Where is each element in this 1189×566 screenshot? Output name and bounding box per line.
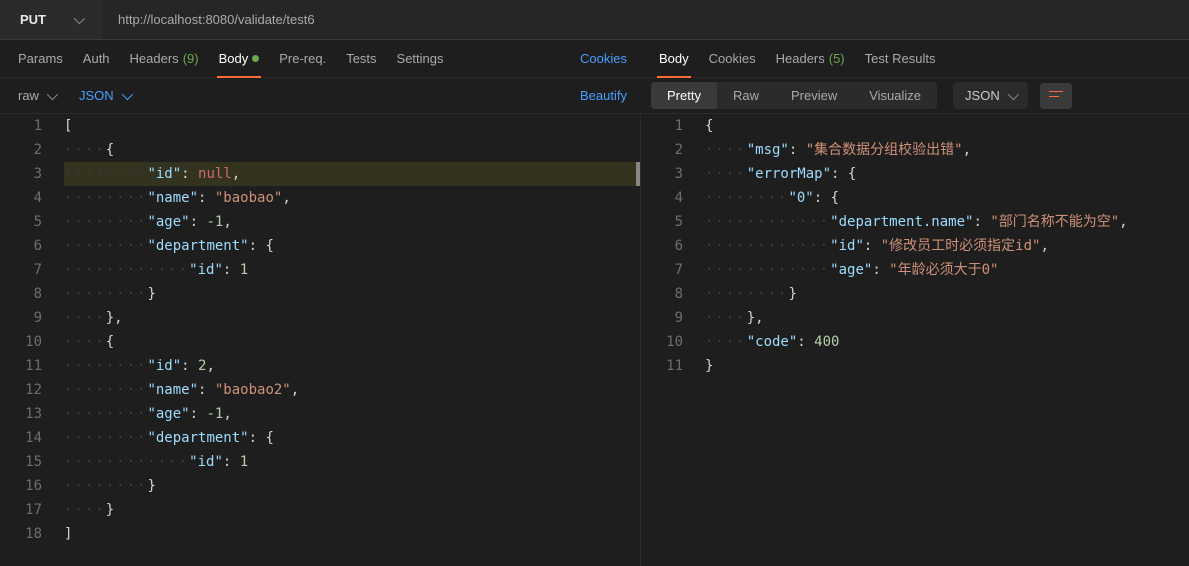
res-tab-headers[interactable]: Headers (5) [766, 40, 855, 77]
view-preview[interactable]: Preview [775, 82, 853, 109]
request-editor[interactable]: 123456789101112131415161718 [····{······… [0, 114, 640, 566]
chevron-down-icon [74, 12, 85, 23]
res-tab-body[interactable]: Body [649, 40, 699, 77]
response-editor-pane: 1234567891011 {····"msg": "集合数据分组校验出错",·… [641, 114, 1189, 566]
body-lang-select[interactable]: JSON [71, 88, 138, 103]
line-gutter: 1234567891011 [641, 114, 697, 566]
editor-split: 123456789101112131415161718 [····{······… [0, 114, 1189, 566]
sub-bar: raw JSON Beautify Pretty Raw Preview Vis… [0, 78, 1189, 114]
wrap-lines-button[interactable] [1040, 83, 1072, 109]
request-bar: PUT [0, 0, 1189, 40]
request-sub-bar: raw JSON Beautify [0, 78, 641, 113]
http-method-select[interactable]: PUT [0, 0, 102, 39]
response-code[interactable]: {····"msg": "集合数据分组校验出错",····"errorMap":… [697, 114, 1189, 566]
tab-body[interactable]: Body [209, 40, 270, 77]
tab-settings[interactable]: Settings [387, 40, 454, 77]
res-headers-count: (5) [829, 51, 845, 66]
response-lang-select[interactable]: JSON [953, 82, 1028, 109]
request-tabs: Params Auth Headers (9) Body Pre-req. Te… [0, 40, 641, 77]
chevron-down-icon [47, 88, 58, 99]
cookies-link[interactable]: Cookies [580, 51, 627, 66]
request-code[interactable]: [····{········"id": null,········"name":… [56, 114, 640, 566]
res-tab-test-results[interactable]: Test Results [855, 40, 946, 77]
tab-params[interactable]: Params [8, 40, 73, 77]
tabs-row: Params Auth Headers (9) Body Pre-req. Te… [0, 40, 1189, 78]
response-view-tabs: Pretty Raw Preview Visualize [651, 82, 937, 109]
view-raw[interactable]: Raw [717, 82, 775, 109]
url-input[interactable] [102, 0, 1189, 39]
tab-prereq[interactable]: Pre-req. [269, 40, 336, 77]
view-visualize[interactable]: Visualize [853, 82, 937, 109]
beautify-link[interactable]: Beautify [580, 88, 627, 103]
response-editor[interactable]: 1234567891011 {····"msg": "集合数据分组校验出错",·… [641, 114, 1189, 566]
response-sub-bar: Pretty Raw Preview Visualize JSON [641, 78, 1189, 113]
headers-count: (9) [183, 51, 199, 66]
line-gutter: 123456789101112131415161718 [0, 114, 56, 566]
body-type-select[interactable]: raw [10, 88, 63, 103]
chevron-down-icon [1007, 88, 1018, 99]
tab-headers[interactable]: Headers (9) [120, 40, 209, 77]
tab-tests[interactable]: Tests [336, 40, 386, 77]
wrap-icon [1049, 90, 1063, 102]
view-pretty[interactable]: Pretty [651, 82, 717, 109]
http-method-label: PUT [20, 12, 46, 27]
response-tabs: Body Cookies Headers (5) Test Results [641, 40, 1189, 77]
res-tab-cookies[interactable]: Cookies [699, 40, 766, 77]
request-editor-pane: 123456789101112131415161718 [····{······… [0, 114, 641, 566]
chevron-down-icon [121, 88, 132, 99]
tab-auth[interactable]: Auth [73, 40, 120, 77]
modified-dot-icon [252, 55, 259, 62]
